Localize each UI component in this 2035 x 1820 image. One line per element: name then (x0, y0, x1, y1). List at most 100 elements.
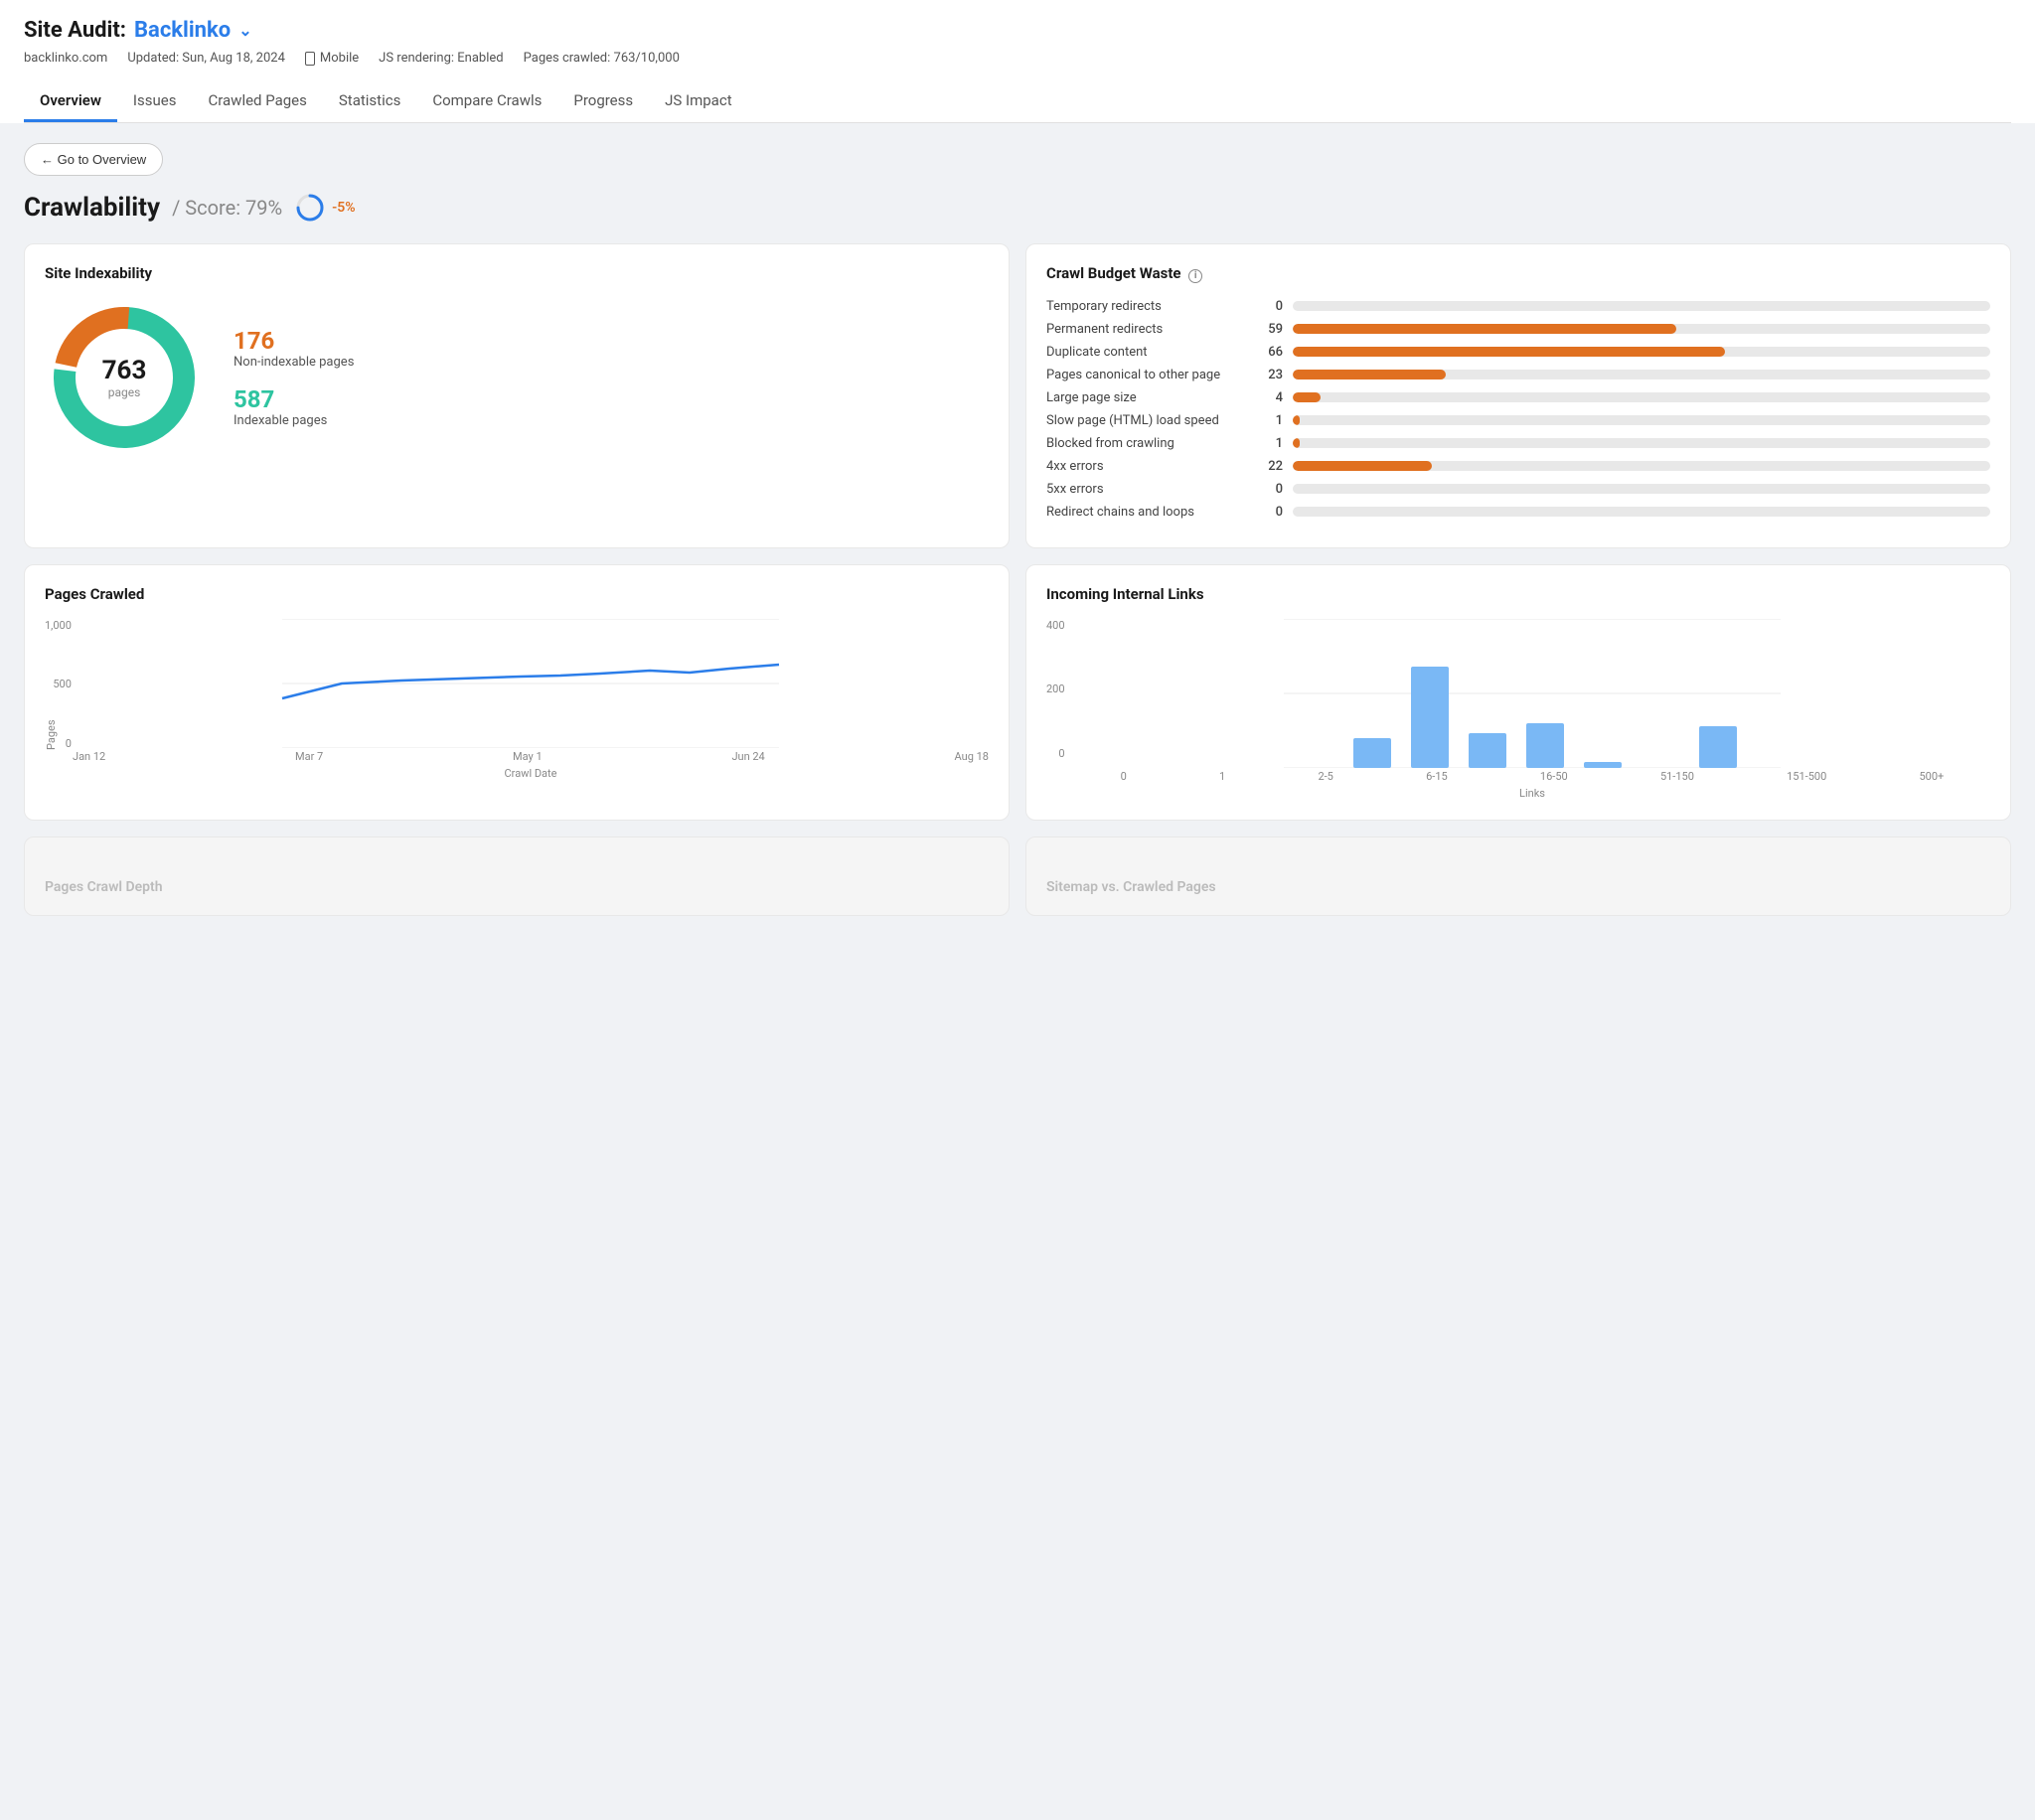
budget-row[interactable]: Blocked from crawling 1 (1046, 436, 1990, 451)
links-x-axis-label: Links (1074, 787, 1990, 800)
budget-row-value: 66 (1255, 345, 1283, 360)
budget-bar-bg (1293, 370, 1990, 379)
incoming-links-svg (1074, 619, 1990, 768)
budget-row[interactable]: Duplicate content 66 (1046, 345, 1990, 360)
budget-row-value: 0 (1255, 505, 1283, 520)
indexability-donut-chart: 763 pages (45, 298, 204, 457)
chevron-down-icon[interactable]: ⌄ (238, 21, 251, 40)
back-to-overview-button[interactable]: ← Go to Overview (24, 143, 163, 176)
link-label-16-50: 16-50 (1540, 770, 1568, 783)
tab-overview[interactable]: Overview (24, 81, 117, 122)
budget-rows: Temporary redirects 0 Permanent redirect… (1046, 299, 1990, 520)
donut-center: 763 pages (102, 356, 147, 399)
non-indexable-count: 176 (234, 327, 354, 355)
sitemap-vs-crawled-card: Sitemap vs. Crawled Pages (1025, 836, 2011, 916)
budget-row[interactable]: Temporary redirects 0 (1046, 299, 1990, 314)
content-area: ← Go to Overview Crawlability / Score: 7… (0, 123, 2035, 1820)
budget-row[interactable]: Redirect chains and loops 0 (1046, 505, 1990, 520)
budget-bar-fill (1293, 415, 1300, 425)
site-name-link[interactable]: Backlinko (134, 18, 231, 43)
budget-row-value: 23 (1255, 368, 1283, 382)
budget-bar-fill (1293, 392, 1321, 402)
budget-bar-bg (1293, 507, 1990, 517)
link-label-6-15: 6-15 (1426, 770, 1448, 783)
incoming-links-title: Incoming Internal Links (1046, 585, 1990, 603)
budget-row[interactable]: 5xx errors 0 (1046, 482, 1990, 497)
x-label-jan12: Jan 12 (73, 750, 105, 763)
links-y-max: 400 (1046, 619, 1065, 632)
updated-label: Updated: Sun, Aug 18, 2024 (127, 51, 285, 66)
budget-row-value: 1 (1255, 436, 1283, 451)
links-y-min: 0 (1058, 747, 1064, 760)
budget-bar-fill (1293, 461, 1432, 471)
app-container: Site Audit: Backlinko ⌄ backlinko.com Up… (0, 0, 2035, 1820)
tab-crawled-pages[interactable]: Crawled Pages (192, 81, 322, 122)
x-labels: Jan 12 Mar 7 May 1 Jun 24 Aug 18 (73, 750, 989, 763)
page-title: Crawlability (24, 193, 160, 223)
meta-info: backlinko.com Updated: Sun, Aug 18, 2024… (24, 51, 2011, 66)
link-label-1: 1 (1219, 770, 1225, 783)
info-icon[interactable]: i (1188, 269, 1202, 283)
score-donut-icon (294, 192, 326, 224)
budget-row-label: 5xx errors (1046, 482, 1245, 497)
budget-row-label: Blocked from crawling (1046, 436, 1245, 451)
budget-row-label: 4xx errors (1046, 459, 1245, 474)
incoming-internal-links-card: Incoming Internal Links 400 200 0 (1025, 564, 2011, 821)
non-indexable-label: Non-indexable pages (234, 355, 354, 370)
budget-bar-fill (1293, 370, 1446, 379)
budget-row-label: Permanent redirects (1046, 322, 1245, 337)
budget-row[interactable]: Large page size 4 (1046, 390, 1990, 405)
budget-row[interactable]: 4xx errors 22 (1046, 459, 1990, 474)
y-min-label: 0 (66, 737, 72, 750)
x-label-mar7: Mar 7 (295, 750, 323, 763)
links-y-mid: 200 (1046, 682, 1065, 695)
pages-crawled-svg (73, 619, 989, 748)
site-audit-label: Site Audit: (24, 18, 126, 43)
x-label-jun24: Jun 24 (731, 750, 764, 763)
budget-bar-bg (1293, 324, 1990, 334)
site-indexability-card: Site Indexability 763 pages (24, 243, 1010, 548)
y-axis-label: Pages (45, 719, 58, 750)
page-title-row: Crawlability / Score: 79% -5% (24, 192, 2011, 224)
budget-bar-bg (1293, 461, 1990, 471)
budget-row-value: 0 (1255, 299, 1283, 314)
link-label-51-150: 51-150 (1660, 770, 1694, 783)
pages-crawled-chart-area: 1,000 500 0 Pages (45, 619, 989, 780)
budget-bar-bg (1293, 392, 1990, 402)
tab-js-impact[interactable]: JS Impact (649, 81, 747, 122)
indexable-label: Indexable pages (234, 413, 354, 428)
x-label-aug18: Aug 18 (955, 750, 989, 763)
tab-issues[interactable]: Issues (117, 81, 193, 122)
x-label-may1: May 1 (513, 750, 543, 763)
budget-row-label: Slow page (HTML) load speed (1046, 413, 1245, 428)
total-pages-label: pages (102, 385, 147, 399)
budget-row[interactable]: Permanent redirects 59 (1046, 322, 1990, 337)
link-label-2-5: 2-5 (1318, 770, 1332, 783)
link-label-151-500: 151-500 (1787, 770, 1826, 783)
js-rendering-label: JS rendering: Enabled (379, 51, 503, 66)
domain-label: backlinko.com (24, 51, 107, 66)
tab-compare-crawls[interactable]: Compare Crawls (416, 81, 557, 122)
budget-row-value: 0 (1255, 482, 1283, 497)
budget-row[interactable]: Pages canonical to other page 23 (1046, 368, 1990, 382)
budget-bar-fill (1293, 347, 1725, 357)
nav-tabs: Overview Issues Crawled Pages Statistics… (24, 81, 2011, 123)
budget-row[interactable]: Slow page (HTML) load speed 1 (1046, 413, 1990, 428)
site-audit-title: Site Audit: Backlinko ⌄ (24, 18, 2011, 43)
budget-bar-bg (1293, 347, 1990, 357)
budget-bar-fill (1293, 438, 1300, 448)
tab-progress[interactable]: Progress (557, 81, 649, 122)
tab-statistics[interactable]: Statistics (323, 81, 416, 122)
link-label-500plus: 500+ (1920, 770, 1945, 783)
budget-row-value: 59 (1255, 322, 1283, 337)
incoming-links-chart-area: 400 200 0 (1046, 619, 1990, 800)
budget-row-value: 1 (1255, 413, 1283, 428)
total-pages-count: 763 (102, 356, 147, 385)
budget-bar-bg (1293, 301, 1990, 311)
device-label: Mobile (305, 51, 359, 66)
pages-crawl-depth-card: Pages Crawl Depth (24, 836, 1010, 916)
cards-grid: Site Indexability 763 pages (24, 243, 2011, 916)
budget-bar-fill (1293, 324, 1676, 334)
indexable-stat: 587 Indexable pages (234, 385, 354, 428)
score-badge: -5% (294, 192, 355, 224)
